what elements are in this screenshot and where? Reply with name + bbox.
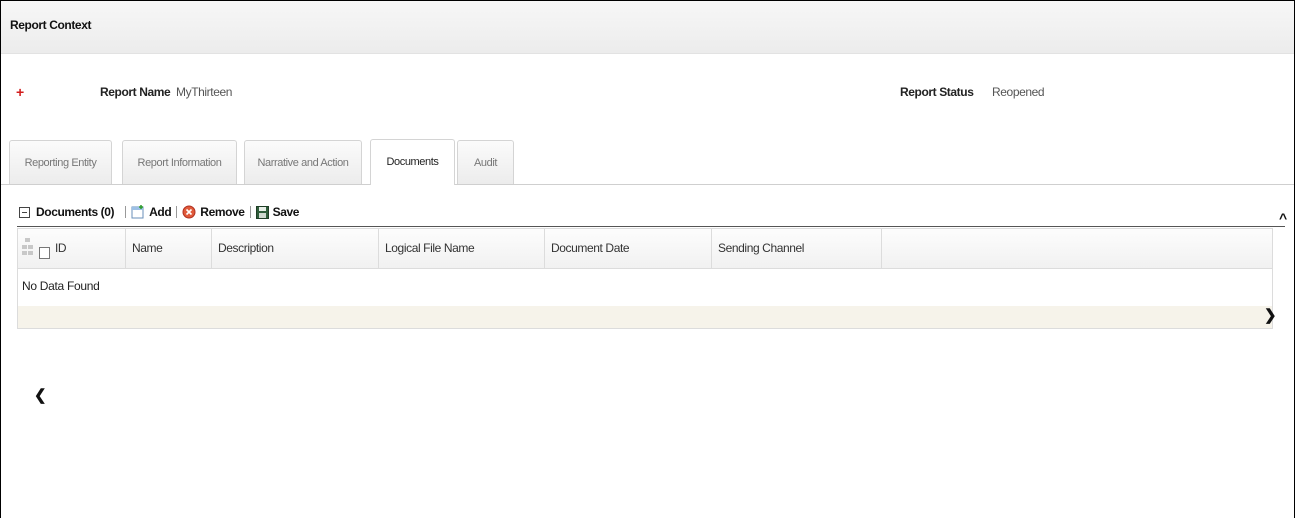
expand-plus-icon[interactable]: + (16, 84, 24, 100)
tab-documents[interactable]: Documents (370, 139, 455, 185)
panel-header: Report Context (1, 1, 1294, 54)
column-header-id-label: ID (55, 241, 67, 255)
report-context-panel: Report Context + Report Name MyThirteen … (0, 0, 1295, 518)
documents-section-title: Documents (0) (36, 205, 115, 219)
report-status-value: Reopened (992, 85, 1045, 99)
toolbar-separator (249, 206, 251, 218)
select-all-checkbox[interactable] (39, 247, 50, 259)
horizontal-scrollbar[interactable]: ❮ (18, 306, 1272, 404)
documents-toolbar: Documents (0) Add Remove Save (19, 203, 299, 221)
tab-report-information[interactable]: Report Information (122, 140, 237, 184)
column-header-sending-channel[interactable]: Sending Channel (712, 229, 882, 268)
remove-button[interactable]: Remove (182, 205, 245, 219)
collapse-icon[interactable] (19, 206, 30, 218)
save-disk-icon (255, 205, 269, 219)
tab-audit[interactable]: Audit (457, 140, 514, 184)
column-header-id[interactable]: ID (18, 229, 126, 268)
scroll-right-icon[interactable]: ❯ (1264, 306, 1277, 324)
add-document-icon (131, 205, 144, 219)
add-button[interactable]: Add (131, 205, 172, 219)
collapse-up-icon[interactable]: ^ (1279, 210, 1287, 226)
empty-grid-message: No Data Found (22, 279, 100, 293)
column-header-logical-file-name[interactable]: Logical File Name (379, 229, 545, 268)
grid-top-border (17, 226, 1285, 227)
scroll-left-icon[interactable]: ❮ (34, 386, 47, 404)
tab-narrative-and-action[interactable]: Narrative and Action (244, 140, 362, 184)
report-name-value: MyThirteen (176, 85, 233, 99)
column-header-name[interactable]: Name (126, 229, 212, 268)
tab-reporting-entity[interactable]: Reporting Entity (9, 140, 112, 184)
grid-header-row: ID Name Description Logical File Name Do… (18, 229, 1272, 269)
panel-title: Report Context (10, 18, 92, 32)
remove-icon (182, 205, 196, 219)
tabs-divider (1, 184, 1294, 185)
column-header-document-date[interactable]: Document Date (545, 229, 712, 268)
documents-grid: ID Name Description Logical File Name Do… (17, 228, 1273, 404)
save-button[interactable]: Save (255, 205, 300, 219)
save-button-label: Save (272, 205, 300, 219)
report-status-label: Report Status (900, 85, 974, 99)
toolbar-separator (176, 206, 178, 218)
toolbar-separator (125, 206, 127, 218)
column-chooser-icon[interactable] (22, 237, 34, 257)
report-name-label: Report Name (100, 85, 171, 99)
column-header-description[interactable]: Description (212, 229, 379, 268)
add-button-label: Add (149, 205, 172, 219)
remove-button-label: Remove (200, 205, 245, 219)
